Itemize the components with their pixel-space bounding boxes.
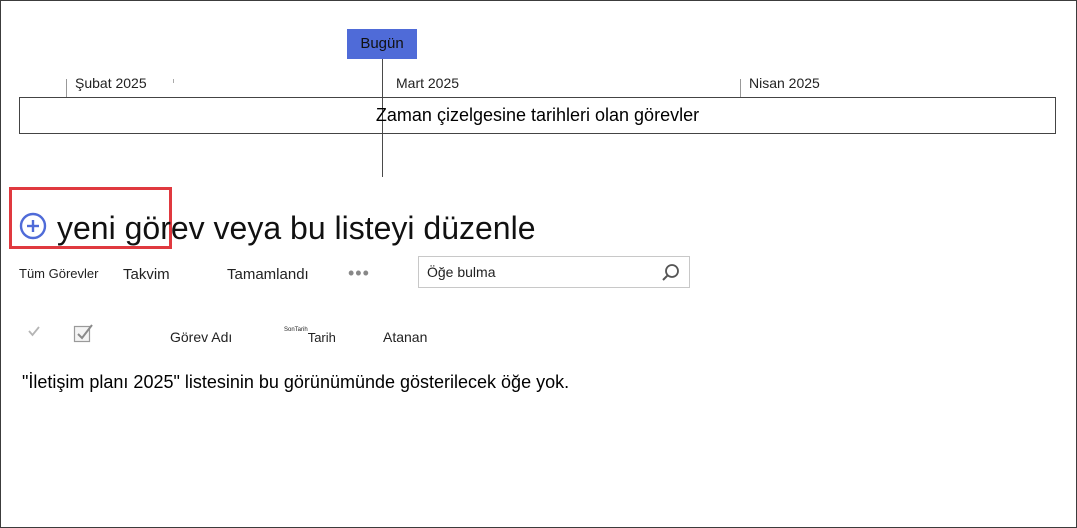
search-icon[interactable] bbox=[661, 263, 681, 283]
checkmark-icon[interactable] bbox=[27, 324, 41, 338]
month-label-february: Şubat 2025 bbox=[75, 75, 147, 91]
column-due-date-prefix: SonTarih bbox=[284, 327, 308, 333]
plus-circle-icon[interactable] bbox=[19, 212, 47, 240]
tab-calendar[interactable]: Takvim bbox=[123, 266, 170, 283]
today-marker: Bugün bbox=[347, 29, 417, 59]
search-input[interactable] bbox=[427, 263, 652, 281]
month-tick bbox=[66, 79, 67, 97]
column-assigned-to[interactable]: Atanan bbox=[383, 329, 427, 345]
tab-completed[interactable]: Tamamlandı bbox=[227, 266, 309, 283]
month-tick bbox=[740, 79, 741, 97]
column-due-date-label: Tarih bbox=[307, 330, 336, 345]
search-box[interactable] bbox=[418, 256, 690, 288]
page-frame: Bugün Şubat 2025 Mart 2025 Nisan 2025 Za… bbox=[0, 0, 1077, 528]
tab-all-tasks[interactable]: Tüm Görevler bbox=[19, 266, 98, 281]
month-tick bbox=[173, 79, 174, 83]
empty-list-message: "İletişim planı 2025" listesinin bu görü… bbox=[22, 372, 570, 392]
more-views-button[interactable]: ••• bbox=[348, 263, 370, 284]
month-label-march: Mart 2025 bbox=[396, 75, 460, 91]
new-task-link[interactable]: yeni görev veya bu listeyi düzenle bbox=[57, 207, 536, 249]
select-all-icon[interactable] bbox=[73, 322, 95, 344]
column-task-name[interactable]: Görev Adı bbox=[170, 329, 232, 345]
month-label-april: Nisan 2025 bbox=[749, 75, 820, 91]
timeline-bar[interactable]: Zaman çizelgesine tarihleri olan görevle… bbox=[19, 97, 1056, 134]
column-due-date[interactable]: SonTarihTarih bbox=[284, 327, 336, 345]
